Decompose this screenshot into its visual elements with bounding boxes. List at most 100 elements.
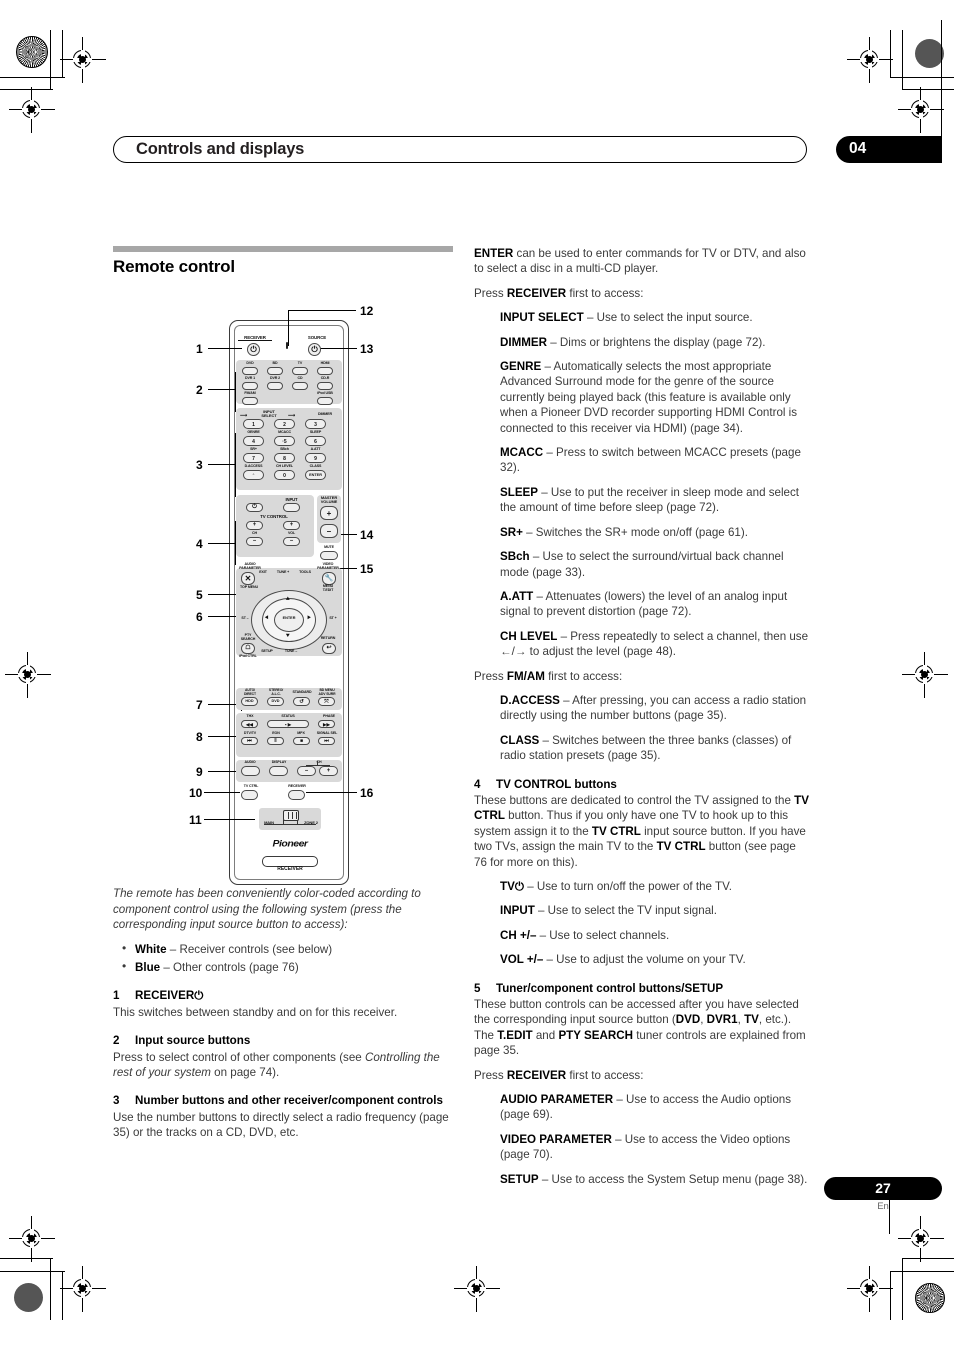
top-menu-label: TOP MENU — [239, 585, 259, 589]
entry-term: SR+ — [500, 525, 523, 539]
mode-button-hdd-text: HDD — [245, 699, 254, 703]
crop-mark — [890, 1271, 954, 1272]
entry-setup: SETUP – Use to access the System Setup m… — [500, 1172, 809, 1187]
entry-desc: – Use to access the System Setup menu (p… — [538, 1172, 808, 1186]
registration-mark — [9, 1216, 55, 1262]
display-button[interactable] — [269, 766, 288, 776]
page-language-code: En — [877, 1201, 889, 1212]
numkey-label-chlevel: CH LEVEL — [276, 464, 293, 468]
mode-label-stereo-alc: STEREO/A.L.C. — [268, 688, 284, 696]
receiver-mode-button-label: RECEIVER — [288, 784, 306, 788]
tv-input-button[interactable] — [283, 503, 300, 512]
crop-mark — [890, 1271, 891, 1320]
tune-plus-label: TUNE + — [276, 570, 290, 574]
entry-term: CH LEVEL — [500, 629, 558, 643]
item-4-body: These buttons are dedicated to control t… — [474, 793, 809, 870]
right-column: ENTER can be used to enter commands for … — [474, 246, 809, 1196]
source-label-hdmi: HDMI — [320, 361, 330, 365]
chapter-header-pill: Controls and displays — [113, 136, 807, 163]
crop-mark — [0, 1271, 65, 1272]
entry-desc: – Use to select channels. — [536, 928, 670, 942]
enter-button[interactable] — [274, 608, 304, 632]
tv-ch-up-text: + — [252, 522, 257, 528]
item-number: 3 — [113, 1094, 120, 1108]
video-parameter-label: VIDEO PARAMETER — [317, 562, 339, 570]
entry-desc: – Use to adjust the volume on your TV. — [543, 953, 746, 967]
item-5-heading: 5 Tuner/component control buttons/SETUP — [474, 981, 809, 996]
chapter-tick-rule — [941, 20, 942, 150]
tv-ctrl-button[interactable] — [241, 790, 258, 800]
transport-label-mpx: MPX — [297, 731, 305, 735]
next-track-icon: ⏭ — [324, 738, 329, 744]
source-button-bd[interactable] — [267, 366, 283, 375]
shuffle-icon: ⤧ — [324, 698, 329, 705]
numkey-5-text: ·5 — [282, 438, 287, 445]
power-icon: ⏻ — [252, 504, 257, 510]
callout-16: 16 — [360, 786, 374, 800]
entry-daccess: D.ACCESS – After pressing, you can acces… — [500, 693, 809, 724]
tv-vol-up-text: + — [289, 522, 294, 528]
item-2-body-b: on page 74). — [210, 1066, 280, 1080]
leader-line — [208, 348, 242, 349]
press-fmam-line: Press FM/AM first to access: — [474, 669, 809, 684]
registration-mark — [5, 652, 51, 698]
entry-dimmer: DIMMER – Dims or brightens the display (… — [500, 335, 809, 350]
tv-vol-down-text: – — [289, 538, 294, 544]
press-pre: Press — [474, 669, 507, 683]
callout-3: 3 — [196, 458, 203, 472]
entry-desc: – Attenuates (lowers) the level of an an… — [500, 589, 788, 619]
press-key: RECEIVER — [506, 1068, 567, 1082]
source-button-tv[interactable] — [292, 366, 308, 375]
density-patch-tr — [915, 39, 944, 68]
callout-4: 4 — [196, 537, 203, 551]
mute-button[interactable] — [320, 551, 338, 560]
switch-label-zone2: ZONE 2 — [304, 820, 318, 825]
entry-input-select: INPUT SELECT – Use to select the input s… — [500, 310, 809, 325]
source-button-cdr[interactable] — [317, 381, 333, 390]
press-key: RECEIVER — [506, 286, 567, 300]
cursor-up-icon[interactable]: ⯅ — [285, 596, 291, 603]
crop-mark — [902, 89, 954, 90]
source-button-ipodusb[interactable] — [317, 396, 333, 405]
transport-label-phase: PHASE — [323, 714, 335, 718]
density-patch-bl — [14, 1283, 43, 1312]
transport-label-status: STATUS — [281, 714, 295, 718]
crop-mark — [50, 1258, 51, 1320]
item-4-heading: 4 TV CONTROL buttons — [474, 777, 809, 792]
cursor-left-icon[interactable]: ⯇ — [264, 615, 270, 622]
mode-button-dvd-text: DVD — [271, 699, 280, 703]
item-3-body: Use the number buttons to directly selec… — [113, 1110, 449, 1140]
registration-mark — [898, 1216, 944, 1262]
bullet-desc: – Other controls (page 76) — [160, 961, 299, 975]
item-title: Input source buttons — [135, 1034, 251, 1048]
entry-term: TV⏻ — [500, 880, 524, 893]
entry-tv-vol: VOL +/– – Use to adjust the volume on yo… — [500, 952, 809, 967]
entry-aatt: A.ATT – Attenuates (lowers) the level of… — [500, 589, 809, 620]
item-title: Tuner/component control buttons/SETUP — [496, 981, 724, 995]
entry-desc: – Switches between the three banks (clas… — [500, 733, 792, 763]
leader-line — [306, 792, 357, 793]
source-button-dvr1[interactable] — [242, 381, 258, 390]
registration-mark — [847, 37, 893, 83]
leader-line — [288, 310, 356, 311]
crop-mark — [50, 30, 51, 90]
source-button-dvr2[interactable] — [267, 381, 283, 390]
color-code-list: White – Receiver controls (see below) Bl… — [113, 941, 458, 976]
audio-button[interactable] — [241, 766, 260, 776]
registration-mark — [9, 87, 55, 133]
registration-mark — [60, 37, 106, 83]
entry-term: VOL +/– — [500, 953, 544, 967]
cursor-right-icon[interactable]: ⯈ — [306, 615, 312, 622]
source-button-hdmi[interactable] — [317, 366, 333, 375]
cursor-down-icon[interactable]: ⯆ — [285, 633, 291, 640]
source-button-cd[interactable] — [292, 381, 308, 390]
source-button-fmam[interactable] — [242, 396, 258, 405]
main-zone2-switch[interactable] — [259, 808, 321, 830]
source-button-dvd[interactable] — [242, 366, 258, 375]
registration-mark — [847, 1266, 893, 1312]
entry-desc: – Switches the SR+ mode on/off (page 61)… — [522, 525, 748, 539]
chapter-number: 04 — [849, 140, 867, 157]
receiver-mode-button[interactable] — [288, 790, 305, 800]
enter-button-text: ENTER — [282, 616, 296, 620]
receiver-model-badge: RECEIVER — [262, 856, 318, 872]
